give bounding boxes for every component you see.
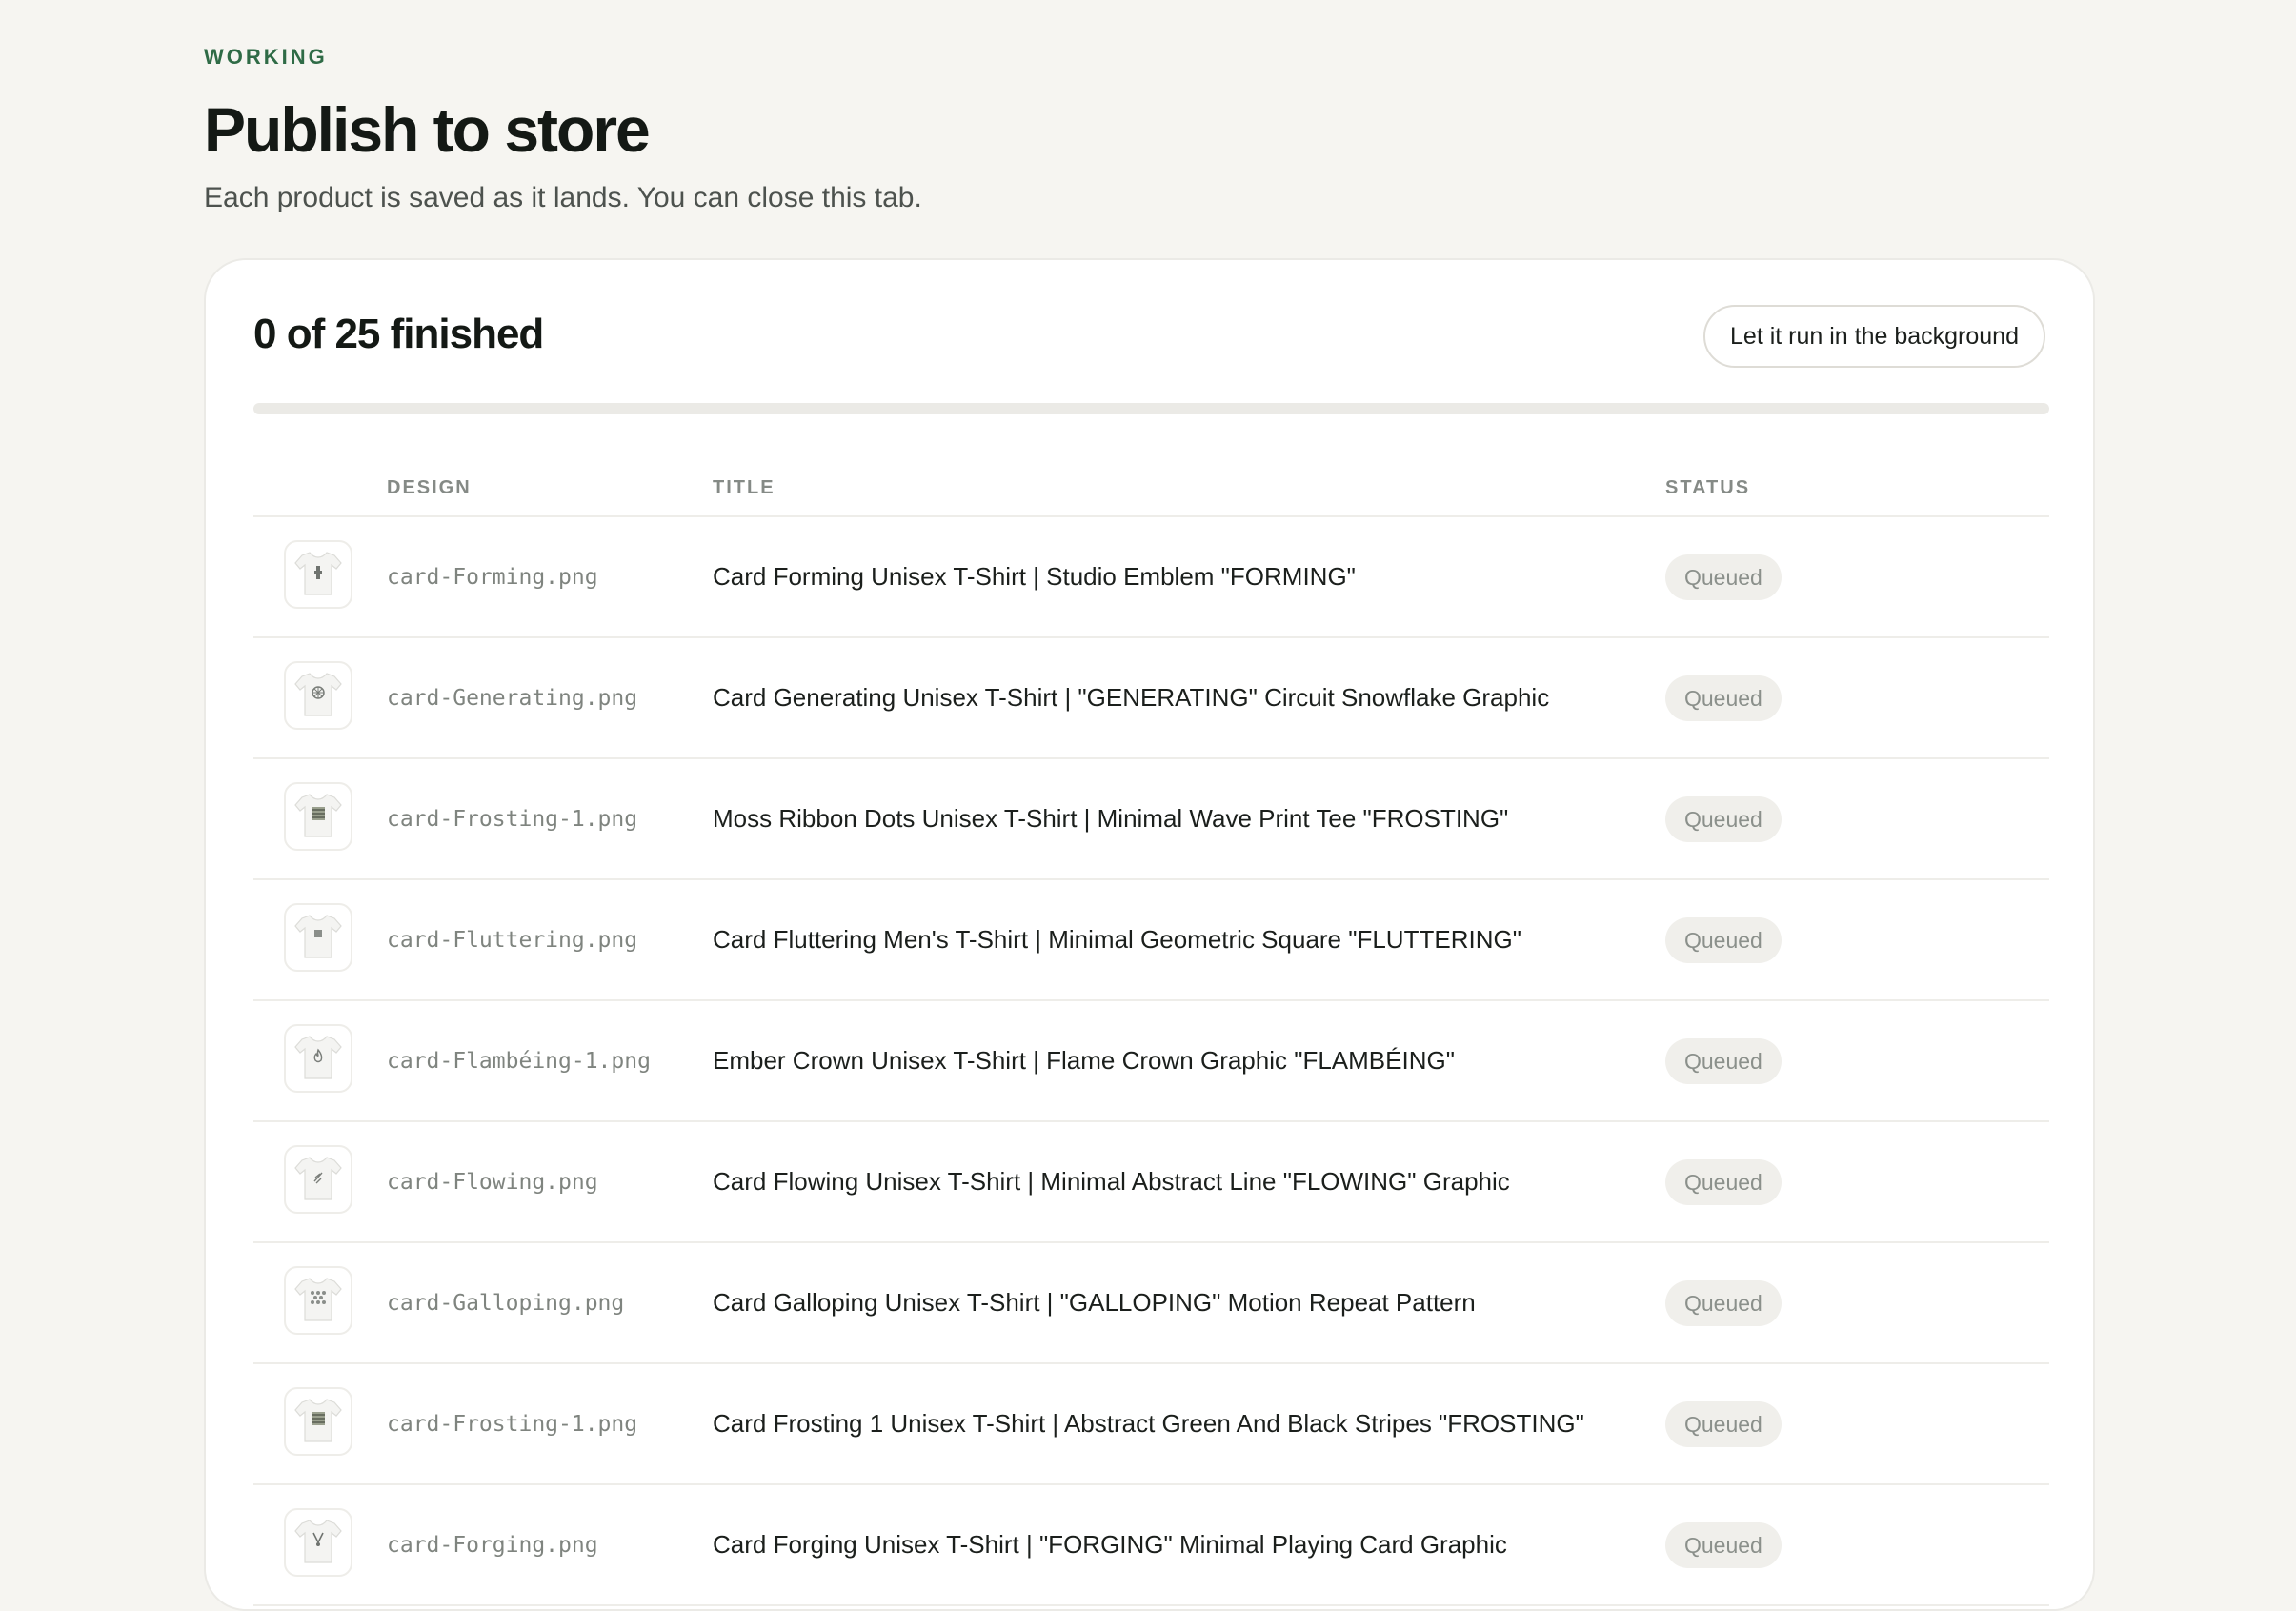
tshirt-snowflake-icon xyxy=(291,666,346,726)
tshirt-stripes-icon xyxy=(291,787,346,847)
design-thumbnail xyxy=(284,1145,352,1214)
product-title: Card Frosting 1 Unisex T-Shirt | Abstrac… xyxy=(713,1409,1584,1438)
status-badge: Queued xyxy=(1665,796,1782,842)
table-row-3[interactable]: card-Frosting-1.png Moss Ribbon Dots Uni… xyxy=(253,759,2049,880)
status-badge: Queued xyxy=(1665,675,1782,721)
tshirt-pattern-icon xyxy=(291,1271,346,1331)
table-row-5[interactable]: card-Flambéing-1.png Ember Crown Unisex … xyxy=(253,1001,2049,1122)
status-badge: Queued xyxy=(1665,1280,1782,1326)
design-thumbnail xyxy=(284,1387,352,1456)
product-title: Card Galloping Unisex T-Shirt | "GALLOPI… xyxy=(713,1288,1476,1317)
tshirt-square-icon xyxy=(291,908,346,968)
design-filename: card-Flowing.png xyxy=(387,1169,598,1195)
tshirt-line-icon xyxy=(291,1150,346,1210)
products-table: DESIGN TITLE STATUS card-Forming.png Car… xyxy=(253,460,2049,1606)
run-in-background-button[interactable]: Let it run in the background xyxy=(1703,305,2045,368)
design-thumbnail xyxy=(284,1266,352,1335)
status-badge: Queued xyxy=(1665,1401,1782,1447)
design-thumbnail xyxy=(284,782,352,851)
product-title: Moss Ribbon Dots Unisex T-Shirt | Minima… xyxy=(713,804,1509,833)
table-row-9[interactable]: card-Forging.png Card Forging Unisex T-S… xyxy=(253,1485,2049,1606)
product-title: Card Fluttering Men's T-Shirt | Minimal … xyxy=(713,925,1521,954)
design-filename: card-Forging.png xyxy=(387,1532,598,1558)
table-header: DESIGN TITLE STATUS xyxy=(253,460,2049,517)
design-filename: card-Fluttering.png xyxy=(387,927,638,953)
table-row-4[interactable]: card-Fluttering.png Card Fluttering Men'… xyxy=(253,880,2049,1001)
design-filename: card-Flambéing-1.png xyxy=(387,1048,651,1074)
status-badge: Queued xyxy=(1665,1522,1782,1568)
status-badge: Queued xyxy=(1665,1159,1782,1205)
product-title: Card Flowing Unisex T-Shirt | Minimal Ab… xyxy=(713,1167,1510,1196)
tshirt-card-icon xyxy=(291,1513,346,1573)
design-filename: card-Forming.png xyxy=(387,564,598,590)
tshirt-emblem-icon xyxy=(291,545,346,605)
table-body: card-Forming.png Card Forming Unisex T-S… xyxy=(253,517,2049,1606)
page-title: Publish to store xyxy=(204,94,651,165)
table-row-1[interactable]: card-Forming.png Card Forming Unisex T-S… xyxy=(253,517,2049,638)
table-row-6[interactable]: card-Flowing.png Card Flowing Unisex T-S… xyxy=(253,1122,2049,1243)
status-badge: Queued xyxy=(1665,917,1782,963)
table-row-8[interactable]: card-Frosting-1.png Card Frosting 1 Unis… xyxy=(253,1364,2049,1485)
tshirt-flame-icon xyxy=(291,1029,346,1089)
table-row-7[interactable]: card-Galloping.png Card Galloping Unisex… xyxy=(253,1243,2049,1364)
product-title: Ember Crown Unisex T-Shirt | Flame Crown… xyxy=(713,1046,1455,1075)
tshirt-stripes-icon xyxy=(291,1392,346,1452)
progress-bar xyxy=(253,403,2049,414)
status-badge: Queued xyxy=(1665,1038,1782,1084)
progress-summary: 0 of 25 finished xyxy=(253,311,544,357)
column-header-title: TITLE xyxy=(713,477,775,498)
design-filename: card-Generating.png xyxy=(387,685,638,711)
product-title: Card Generating Unisex T-Shirt | "GENERA… xyxy=(713,683,1550,712)
design-thumbnail xyxy=(284,1024,352,1093)
column-header-design: DESIGN xyxy=(387,477,472,498)
table-row-2[interactable]: card-Generating.png Card Generating Unis… xyxy=(253,638,2049,759)
design-thumbnail xyxy=(284,661,352,730)
status-badge: Queued xyxy=(1665,554,1782,600)
page-subtitle: Each product is saved as it lands. You c… xyxy=(204,182,922,213)
product-title: Card Forging Unisex T-Shirt | "FORGING" … xyxy=(713,1530,1507,1559)
design-thumbnail xyxy=(284,1508,352,1577)
status-eyebrow: WORKING xyxy=(204,45,328,69)
product-title: Card Forming Unisex T-Shirt | Studio Emb… xyxy=(713,562,1356,591)
column-header-status: STATUS xyxy=(1665,477,1751,498)
design-thumbnail xyxy=(284,903,352,972)
publish-card: 0 of 25 finished Let it run in the backg… xyxy=(204,258,2095,1611)
design-thumbnail xyxy=(284,540,352,609)
design-filename: card-Galloping.png xyxy=(387,1290,625,1316)
design-filename: card-Frosting-1.png xyxy=(387,1411,638,1437)
design-filename: card-Frosting-1.png xyxy=(387,806,638,832)
